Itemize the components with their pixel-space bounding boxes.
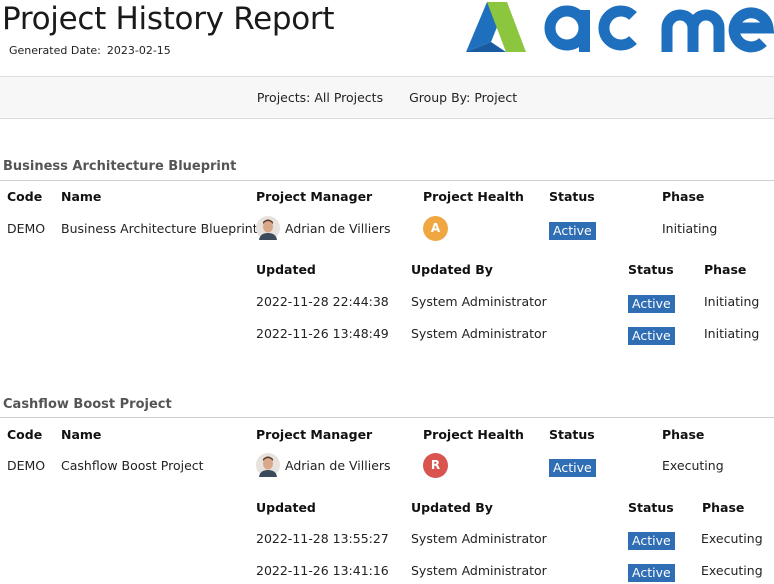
col-header-status: Status — [549, 189, 595, 204]
history-updated: 2022-11-26 13:41:16 — [256, 563, 389, 578]
generated-date-label: Generated Date: — [9, 44, 101, 57]
projects-filter-value: All Projects — [314, 90, 384, 105]
col-header-phase: Phase — [662, 189, 705, 204]
project-manager: Adrian de Villiers — [285, 458, 391, 473]
history-status-badge: Active — [628, 564, 675, 582]
history-header-updated: Updated — [256, 500, 316, 515]
filter-summary: Projects: All Projects Group By: Project — [0, 90, 774, 105]
group-title: Cashflow Boost Project — [3, 397, 172, 412]
col-header-health: Project Health — [423, 189, 524, 204]
history-phase: Initiating — [704, 294, 760, 309]
history-status-badge: Active — [628, 295, 675, 313]
history-header-phase: Phase — [702, 500, 745, 515]
history-updated-by: System Administrator — [411, 326, 547, 341]
generated-date-value: 2023-02-15 — [106, 44, 171, 57]
group-divider — [0, 417, 774, 418]
col-header-status: Status — [549, 427, 595, 442]
history-header-status: Status — [628, 500, 674, 515]
history-status-badge: Active — [628, 327, 675, 345]
generated-date: Generated Date: 2023-02-15 — [9, 44, 171, 57]
project-name: Cashflow Boost Project — [61, 458, 204, 473]
projects-filter-label: Projects: — [256, 90, 311, 105]
project-code: DEMO — [7, 458, 46, 473]
col-header-manager: Project Manager — [256, 189, 373, 204]
report-title: Project History Report — [2, 1, 335, 37]
history-updated: 2022-11-26 13:48:49 — [256, 326, 389, 341]
col-header-name: Name — [61, 427, 102, 442]
group-divider — [0, 180, 774, 181]
col-header-health: Project Health — [423, 427, 524, 442]
avatar — [256, 453, 280, 477]
history-header-updated-by: Updated By — [411, 500, 493, 515]
col-header-manager: Project Manager — [256, 427, 373, 442]
history-updated: 2022-11-28 22:44:38 — [256, 294, 389, 309]
history-status-badge: Active — [628, 532, 675, 550]
history-updated: 2022-11-28 13:55:27 — [256, 531, 389, 546]
groupby-filter-value: Project — [474, 90, 518, 105]
history-header-phase: Phase — [704, 262, 747, 277]
history-header-updated-by: Updated By — [411, 262, 493, 277]
history-header-updated: Updated — [256, 262, 316, 277]
history-header-status: Status — [628, 262, 674, 277]
health-indicator: R — [423, 453, 448, 478]
history-updated-by: System Administrator — [411, 294, 547, 309]
col-header-phase: Phase — [662, 427, 705, 442]
project-phase: Executing — [662, 458, 724, 473]
status-badge: Active — [549, 459, 596, 477]
project-code: DEMO — [7, 221, 46, 236]
status-badge: Active — [549, 222, 596, 240]
col-header-code: Code — [7, 427, 43, 442]
history-phase: Executing — [701, 563, 763, 578]
project-manager: Adrian de Villiers — [285, 221, 391, 236]
project-name: Business Architecture Blueprint — [61, 221, 258, 236]
col-header-name: Name — [61, 189, 102, 204]
project-phase: Initiating — [662, 221, 718, 236]
history-updated-by: System Administrator — [411, 531, 547, 546]
health-indicator: A — [423, 216, 448, 241]
history-phase: Initiating — [704, 326, 760, 341]
history-updated-by: System Administrator — [411, 563, 547, 578]
col-header-code: Code — [7, 189, 43, 204]
avatar — [256, 216, 280, 240]
group-title: Business Architecture Blueprint — [3, 159, 237, 174]
acme-logo — [466, 2, 774, 53]
history-phase: Executing — [701, 531, 763, 546]
groupby-filter-label: Group By: — [409, 90, 471, 105]
